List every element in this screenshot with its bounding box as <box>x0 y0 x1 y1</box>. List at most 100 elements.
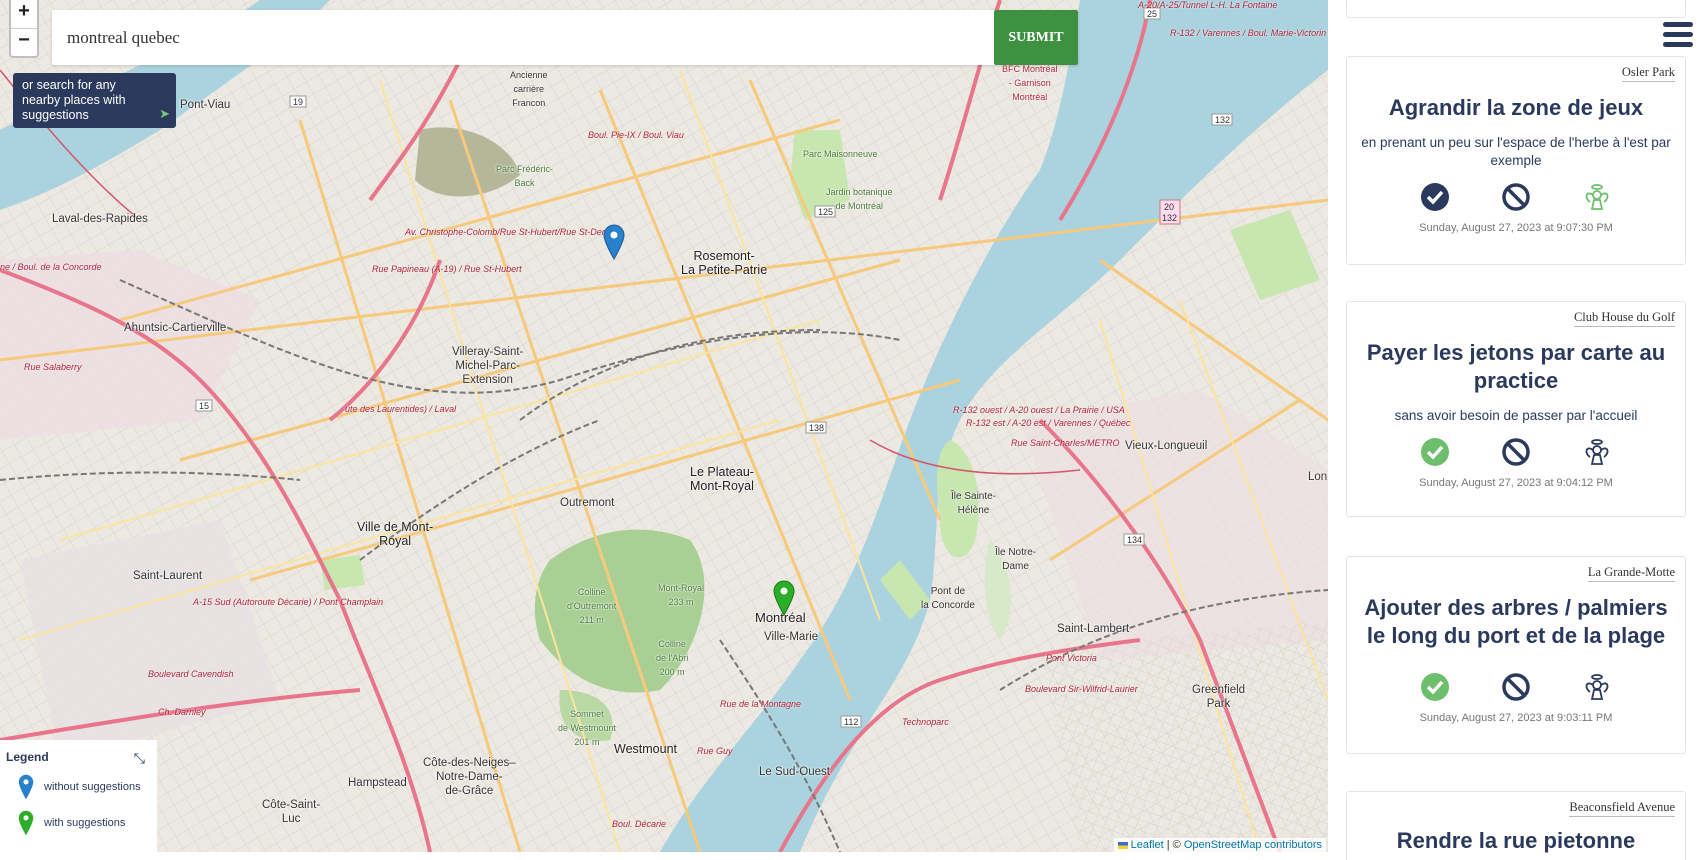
place-name[interactable]: Club House du Golf <box>1573 310 1675 327</box>
road-label: Rue Guy <box>697 746 733 756</box>
suggestion-card[interactable]: Club House du Golf Payer les jetons par … <box>1346 301 1686 517</box>
map-label: Greenfield Park <box>1192 684 1246 710</box>
map-label: Parc Maisonneuve <box>803 149 878 159</box>
map-label: Côte-Saint- Luc <box>262 799 321 825</box>
approve-check-icon[interactable] <box>1420 672 1450 702</box>
svg-text:19: 19 <box>293 97 303 107</box>
menu-icon[interactable] <box>1663 22 1693 50</box>
attribution-separator: | © <box>1163 839 1184 851</box>
suggestion-card-partial <box>1346 0 1686 18</box>
map-attribution: Leaflet | © OpenStreetMap contributors <box>1113 838 1326 852</box>
map-pin-green-icon <box>18 810 34 836</box>
map-label: Pont de la Concorde <box>921 586 975 611</box>
map-label: Ahuntsic-Cartierville <box>124 322 227 334</box>
marker-without-suggestions[interactable] <box>603 224 625 265</box>
nearby-search-button[interactable]: or search for any nearby places with sug… <box>13 73 176 128</box>
approve-check-icon[interactable] <box>1420 437 1450 467</box>
map-label: Vieux-Longueuil <box>1125 440 1208 452</box>
angel-icon[interactable] <box>1582 182 1612 212</box>
angel-icon[interactable] <box>1582 437 1612 467</box>
map-pin-green-icon <box>773 580 795 616</box>
nearby-hint-text: or search for any nearby places with sug… <box>22 78 126 122</box>
map-label: Laval-des-Rapides <box>52 213 148 225</box>
legend-label: with suggestions <box>44 817 126 829</box>
marker-with-suggestions[interactable] <box>773 580 795 621</box>
road-label: Boulevard Sir-Wilfrid-Laurier <box>1025 684 1138 694</box>
timestamp: Sunday, August 27, 2023 at 9:04:12 PM <box>1419 477 1613 489</box>
svg-text:134: 134 <box>1127 535 1142 545</box>
suggestion-card[interactable]: Osler Park Agrandir la zone de jeux en p… <box>1346 56 1686 265</box>
road-label: Rue Saint-Charles/METRO <box>1011 438 1120 448</box>
suggestion-description: en prenant un peu sur l'espace de l'herb… <box>1361 135 1671 168</box>
map-label: Parc Frédéric- Back <box>496 164 554 188</box>
map-label: Ville de Mont- Royal <box>357 520 434 548</box>
road-label: Boulevard Cavendish <box>148 669 234 679</box>
map-label: Colline d'Outremont 211 m <box>567 587 617 625</box>
svg-text:112: 112 <box>844 717 858 727</box>
reject-ban-icon[interactable] <box>1501 437 1531 467</box>
road-label: Ch. Darnley <box>158 707 206 717</box>
suggestion-card[interactable]: La Grande-Motte Ajouter des arbres / pal… <box>1346 556 1686 754</box>
map-label: BFC Montréal - Garnison Montréal <box>1002 64 1058 102</box>
map-label: Saint-Laurent <box>133 570 203 582</box>
search-input[interactable] <box>52 10 982 65</box>
map-label: Ville-Marie <box>764 631 819 643</box>
road-label: R-132 / Varennes / Boul. Marie-Victorin <box>1170 28 1327 38</box>
osm-link[interactable]: OpenStreetMap contributors <box>1184 839 1322 851</box>
map-label: Île Sainte- Hélène <box>951 491 997 516</box>
road-label: R-132 est / A-20 est / Varennes / Québec <box>966 418 1131 428</box>
map-label: Westmount <box>614 742 677 756</box>
map-label: Saint-Lambert <box>1057 623 1130 635</box>
zoom-in-button[interactable]: + <box>11 0 37 28</box>
road-label: Pont Victoria <box>1046 653 1097 663</box>
svg-text:15: 15 <box>199 401 209 411</box>
map-view[interactable]: 19 15 125 138 112 132 134 25 20 132 Pont-… <box>0 0 1328 852</box>
suggestion-description: sans avoir besoin de passer par l'accuei… <box>1394 408 1638 423</box>
map-pin-blue-icon <box>18 774 34 800</box>
svg-text:132: 132 <box>1162 213 1177 223</box>
place-name[interactable]: Beaconsfield Avenue <box>1569 800 1675 817</box>
map-label: Le Plateau- Mont-Royal <box>690 465 754 493</box>
legend-label: without suggestions <box>44 781 141 793</box>
zoom-out-button[interactable]: − <box>11 28 37 56</box>
ukraine-flag-icon <box>1117 841 1128 849</box>
road-label: Av. Christophe-Colomb/Rue St-Hubert/Rue … <box>405 227 614 237</box>
suggestion-title: Payer les jetons par carte au practice <box>1366 340 1666 393</box>
map-label: Jardin botanique de Montréal <box>826 187 893 211</box>
map-label: Île Notre- Dame <box>995 547 1037 572</box>
road-label: ne / Boul. de la Concorde <box>0 262 102 272</box>
road-label: A-15 Sud (Autoroute Décarie) / Pont Cham… <box>193 597 384 607</box>
reject-ban-icon[interactable] <box>1501 182 1531 212</box>
legend-item: with suggestions <box>6 810 151 836</box>
road-label: A-20/A-25/Tunnel L-H. La Fontaine <box>1138 0 1278 10</box>
road-label: R-132 ouest / A-20 ouest / La Prairie / … <box>953 405 1125 415</box>
map-label: Pont-Viau <box>180 99 231 111</box>
road-label: ute des Laurentides) / Laval <box>345 404 457 414</box>
svg-text:25: 25 <box>1147 9 1157 19</box>
map-label: Lon <box>1308 471 1328 483</box>
map-label: Sommet de Westmount 201 m <box>558 709 616 747</box>
location-arrow-icon: ➤ <box>159 106 170 121</box>
leaflet-link[interactable]: Leaflet <box>1131 839 1164 851</box>
legend-title: Legend <box>6 750 49 764</box>
suggestion-card[interactable]: Beaconsfield Avenue Rendre la rue pieton… <box>1346 791 1686 860</box>
submit-button[interactable]: SUBMIT <box>994 10 1078 65</box>
zoom-control: + − <box>9 0 39 58</box>
svg-text:132: 132 <box>1215 115 1230 125</box>
road-label: Rue Salaberry <box>24 362 82 372</box>
road-label: Boul. Pie-IX / Boul. Viau <box>588 130 684 140</box>
suggestions-panel[interactable]: Osler Park Agrandir la zone de jeux en p… <box>1328 0 1707 860</box>
collapse-icon[interactable]: ⤡ <box>134 750 145 767</box>
road-label: Rue de la Montagne <box>720 699 802 709</box>
place-name[interactable]: Osler Park <box>1621 65 1675 82</box>
map-label: Outremont <box>560 497 615 509</box>
map-legend: Legend ⤡ without suggestions with sugges… <box>0 740 157 852</box>
angel-icon[interactable] <box>1582 672 1612 702</box>
suggestion-title: Agrandir la zone de jeux <box>1388 95 1644 120</box>
timestamp: Sunday, August 27, 2023 at 9:07:30 PM <box>1419 222 1613 234</box>
approve-check-icon[interactable] <box>1420 182 1450 212</box>
legend-item: without suggestions <box>6 774 151 800</box>
map-label: Le Sud-Ouest <box>759 766 830 778</box>
place-name[interactable]: La Grande-Motte <box>1587 565 1675 582</box>
reject-ban-icon[interactable] <box>1501 672 1531 702</box>
